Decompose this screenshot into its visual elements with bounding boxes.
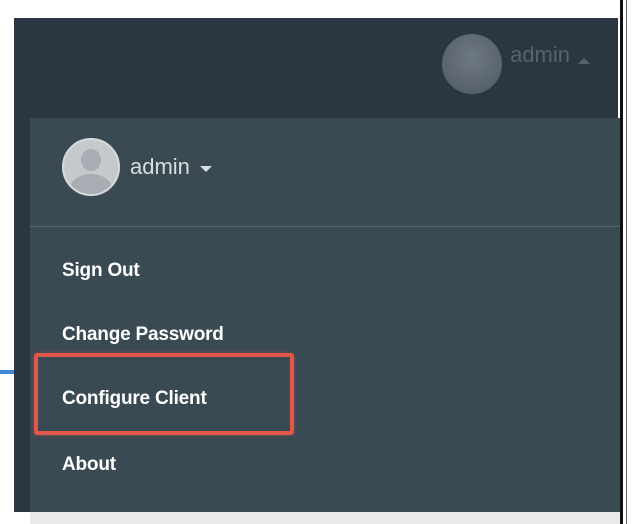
caret-up-icon — [578, 58, 590, 64]
menu-item-about[interactable]: About — [62, 454, 116, 476]
user-dropdown-menu: admin Sign Out Change Password Configure… — [30, 118, 620, 512]
menu-item-sign-out[interactable]: Sign Out — [62, 260, 140, 282]
user-avatar-icon — [62, 138, 120, 196]
user-avatar-icon — [442, 34, 503, 94]
menu-item-change-password[interactable]: Change Password — [62, 324, 224, 346]
right-edge-thin-line — [626, 0, 627, 524]
caret-down-icon — [199, 166, 212, 172]
menu-divider — [30, 226, 620, 227]
menu-item-configure-client[interactable]: Configure Client — [62, 388, 207, 410]
bottom-background — [30, 512, 620, 524]
top-header-bar: admin — [14, 18, 618, 118]
menu-left-gutter — [14, 118, 30, 512]
header-user-toggle[interactable]: admin — [442, 34, 590, 94]
menu-user-toggle[interactable]: admin — [62, 138, 212, 196]
right-edge-line — [620, 0, 623, 524]
header-username: admin — [510, 42, 570, 67]
screenshot-stage: admin admin Sign Out Change Password Con… — [0, 0, 636, 524]
menu-username: admin — [130, 154, 190, 179]
